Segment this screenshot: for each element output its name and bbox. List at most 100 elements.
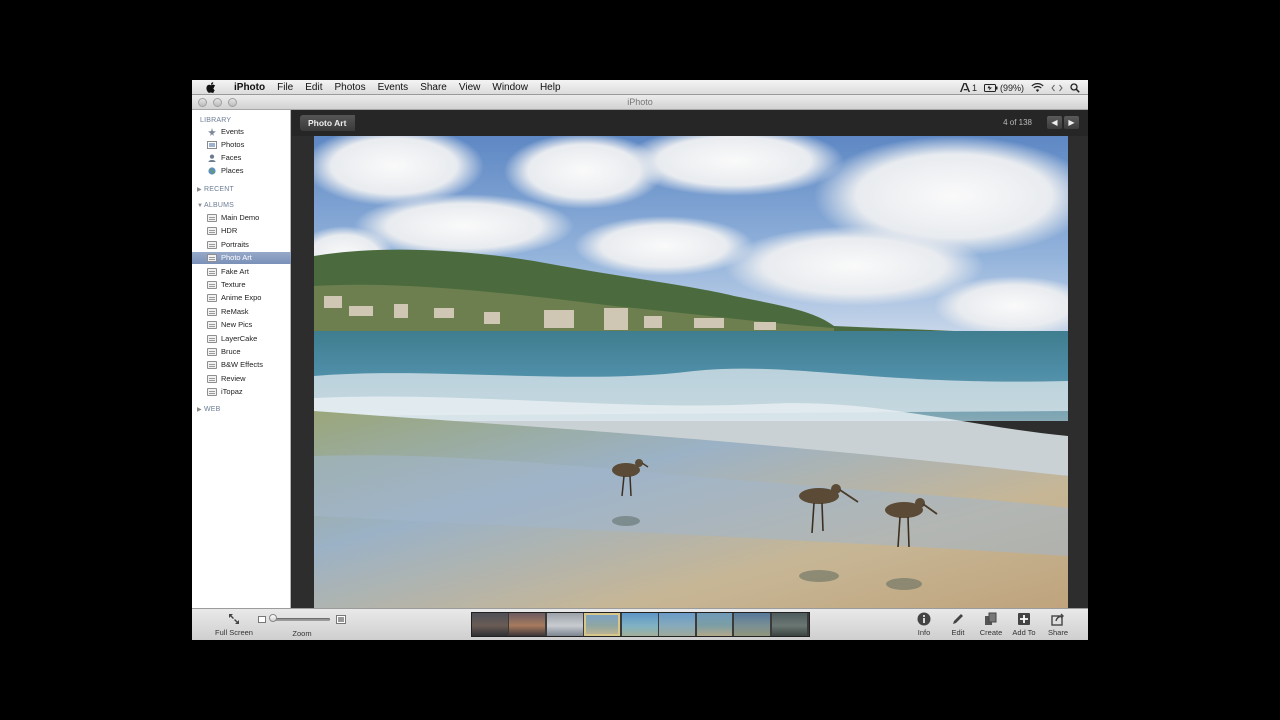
adobe-status[interactable]: 1	[959, 83, 977, 93]
sidebar-item-album[interactable]: Anime Expo	[192, 292, 291, 304]
previous-photo-button[interactable]: ◀	[1047, 116, 1062, 129]
menu-events[interactable]: Events	[372, 82, 415, 93]
menu-window[interactable]: Window	[486, 82, 534, 93]
album-icon	[207, 307, 217, 316]
filmstrip-thumbnail[interactable]	[584, 613, 621, 636]
menu-app-name[interactable]: iPhoto	[228, 82, 271, 93]
filmstrip-thumbnail[interactable]	[696, 613, 733, 636]
share-label: Share	[1047, 628, 1068, 637]
album-title-breadcrumb[interactable]: Photo Art	[300, 115, 356, 131]
filmstrip-thumbnail[interactable]	[472, 613, 508, 636]
share-button[interactable]: Share	[1044, 612, 1072, 637]
edit-button[interactable]: Edit	[946, 612, 970, 637]
album-icon	[207, 348, 217, 356]
sidebar-item-album[interactable]: HDR	[192, 225, 291, 237]
adobe-icon	[959, 83, 970, 92]
web-header-label: WEB	[204, 406, 221, 413]
sidebar-item-label: Photos	[221, 140, 245, 149]
zoom-large-icon	[336, 615, 346, 624]
share-icon	[1051, 613, 1064, 626]
minimize-window-button[interactable]	[213, 98, 222, 107]
sidebar-item-album[interactable]: Photo Art	[192, 252, 291, 265]
zoom-track[interactable]	[270, 618, 330, 621]
menu-file[interactable]: File	[271, 82, 299, 93]
sidebar-item-places[interactable]: Places	[192, 165, 291, 177]
full-screen-button[interactable]: Full Screen	[212, 612, 256, 637]
menu-photos[interactable]: Photos	[328, 82, 371, 93]
filmstrip-thumbnail[interactable]	[509, 613, 546, 636]
sidebar-item-album[interactable]: Bruce	[192, 346, 291, 358]
faces-icon	[208, 154, 216, 162]
filmstrip-thumbnail[interactable]	[659, 613, 696, 636]
create-label: Create	[979, 628, 1003, 637]
sidebar-item-photos[interactable]: Photos	[192, 139, 291, 151]
next-photo-button[interactable]: ▶	[1064, 116, 1079, 129]
sidebar-item-album[interactable]: Portraits	[192, 239, 291, 251]
status-area: 1 (99%)	[959, 80, 1080, 95]
menu-edit[interactable]: Edit	[299, 82, 328, 93]
library-header: LIBRARY	[200, 117, 232, 124]
albums-header-label: ALBUMS	[204, 202, 234, 209]
zoom-window-button[interactable]	[228, 98, 237, 107]
sidebar-item-album[interactable]: ReMask	[192, 306, 291, 318]
sidebar-item-album[interactable]: Fake Art	[192, 266, 291, 278]
sidebar-item-label: Anime Expo	[221, 293, 262, 303]
album-icon	[207, 227, 217, 236]
sidebar-item-label: ReMask	[221, 306, 249, 316]
web-header[interactable]: ▶ WEB	[192, 404, 291, 415]
disclosure-triangle-down-icon: ▼	[197, 203, 204, 209]
sidebar-item-album[interactable]: iTopaz	[192, 386, 291, 398]
sidebar-item-label: B&W Effects	[221, 360, 263, 370]
main-photo[interactable]	[314, 136, 1068, 608]
sidebar-item-album[interactable]: New Pics	[192, 319, 291, 331]
sidebar-item-label: iTopaz	[221, 387, 243, 397]
sidebar-item-album[interactable]: Texture	[192, 279, 291, 291]
zoom-label-wrap: Zoom	[284, 629, 320, 638]
close-window-button[interactable]	[198, 98, 207, 107]
full-screen-icon	[229, 614, 239, 624]
filmstrip-thumbnail[interactable]	[621, 613, 658, 636]
arrow-right-icon: ▶	[1068, 118, 1075, 127]
pencil-icon	[953, 614, 963, 624]
recent-header[interactable]: ▶ RECENT	[192, 184, 291, 195]
code-icon[interactable]	[1051, 84, 1063, 92]
album-icon	[207, 361, 217, 370]
search-icon[interactable]	[1070, 82, 1080, 93]
sidebar-item-label: Photo Art	[221, 253, 252, 263]
battery-percent: (99%)	[999, 82, 1024, 93]
album-icon	[207, 214, 217, 222]
menu-help[interactable]: Help	[534, 82, 567, 93]
album-icon	[207, 267, 217, 276]
sidebar-item-events[interactable]: Events	[192, 126, 291, 138]
albums-header[interactable]: ▼ALBUMS	[192, 200, 291, 211]
zoom-knob[interactable]	[269, 614, 277, 622]
album-icon	[207, 294, 217, 303]
full-screen-label: Full Screen	[215, 628, 253, 637]
album-icon	[207, 374, 217, 383]
battery-status[interactable]: (99%)	[983, 82, 1024, 93]
menu-view[interactable]: View	[453, 82, 487, 93]
sidebar-item-album[interactable]: LayerCake	[192, 333, 291, 345]
window-title-bar: iPhoto	[192, 95, 1088, 110]
sidebar-item-label: LayerCake	[221, 333, 258, 343]
add-to-button[interactable]: Add To	[1010, 612, 1038, 637]
create-button[interactable]: Create	[977, 612, 1005, 637]
wifi-icon[interactable]	[1031, 83, 1044, 92]
filmstrip[interactable]	[471, 612, 810, 637]
album-icon	[207, 388, 217, 397]
album-icon	[207, 334, 217, 343]
filmstrip-thumbnail[interactable]	[734, 613, 770, 636]
sidebar-item-album[interactable]: B&W Effects	[192, 359, 291, 371]
album-icon	[207, 254, 217, 263]
sidebar-item-album[interactable]: Review	[192, 373, 291, 385]
sidebar-item-album[interactable]: Main Demo	[192, 212, 291, 224]
info-button[interactable]: Info	[912, 612, 936, 637]
menu-share[interactable]: Share	[414, 82, 453, 93]
sidebar-item-label: Faces	[221, 153, 242, 162]
filmstrip-thumbnail[interactable]	[771, 613, 808, 636]
apple-icon[interactable]	[205, 81, 217, 93]
sidebar-item-faces[interactable]: Faces	[192, 152, 291, 164]
filmstrip-thumbnail[interactable]	[546, 613, 583, 636]
zoom-slider[interactable]	[258, 614, 346, 624]
viewer-header: Photo Art 4 of 138 ◀ ▶	[292, 110, 1088, 136]
